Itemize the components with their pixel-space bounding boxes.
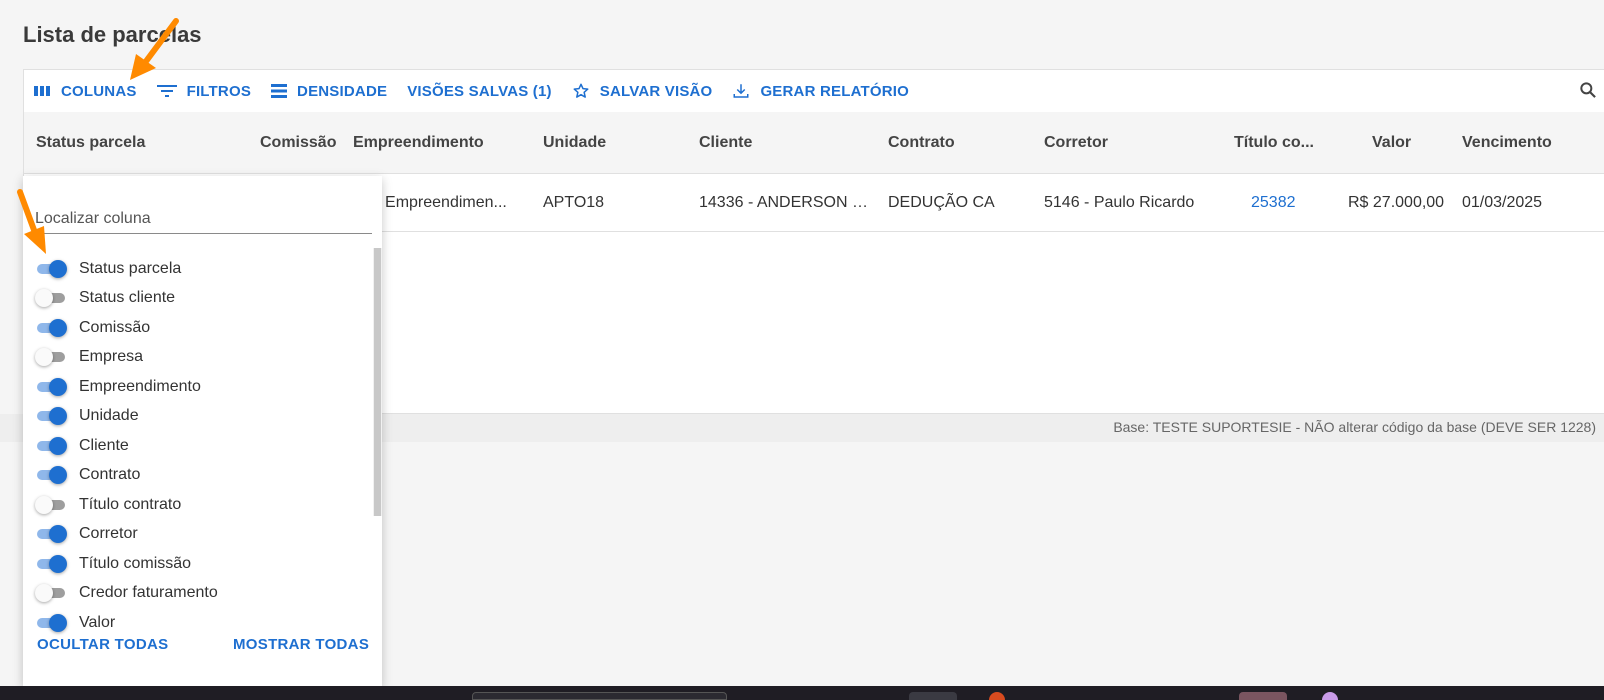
- taskbar-app[interactable]: [989, 692, 1005, 700]
- toggle-switch[interactable]: [35, 524, 67, 544]
- show-all-button[interactable]: MOSTRAR TODAS: [233, 636, 369, 653]
- toggle-switch[interactable]: [35, 288, 67, 308]
- generate-report-button[interactable]: GERAR RELATÓRIO: [722, 70, 919, 112]
- column-header-contrato[interactable]: Contrato: [888, 112, 955, 174]
- taskbar-search[interactable]: [472, 692, 727, 700]
- filters-button-label: FILTROS: [186, 82, 252, 100]
- toggle-switch[interactable]: [35, 259, 67, 279]
- save-view-button[interactable]: SALVAR VISÃO: [562, 70, 723, 112]
- columns-icon: [34, 86, 50, 96]
- cell-cliente: 14336 - ANDERSON F...: [699, 194, 869, 211]
- column-toggle-label: Credor faturamento: [79, 584, 218, 601]
- search-icon: [1580, 82, 1596, 98]
- column-toggle-status-cliente[interactable]: Status cliente: [35, 284, 175, 313]
- column-toggle-label: Unidade: [79, 407, 139, 424]
- column-header-status-parcela[interactable]: Status parcela: [36, 112, 145, 174]
- column-toggle-label: Título comissão: [79, 554, 192, 572]
- grid-toolbar: COLUNAS FILTROS DENSIDADE VISÕES SALVAS …: [24, 70, 1604, 112]
- column-toggle-unidade[interactable]: Unidade: [35, 402, 139, 431]
- toggle-switch[interactable]: [35, 495, 67, 515]
- taskbar: [0, 686, 1604, 700]
- column-toggle-titulo-contrato[interactable]: Título contrato: [35, 490, 181, 519]
- toggle-switch[interactable]: [35, 406, 67, 426]
- taskbar-app[interactable]: [909, 692, 957, 700]
- saved-views-button[interactable]: VISÕES SALVAS (1): [397, 70, 562, 112]
- save-view-button-label: SALVAR VISÃO: [599, 82, 713, 100]
- density-button[interactable]: DENSIDADE: [261, 70, 397, 112]
- column-toggle-titulo-comissao[interactable]: Título comissão: [35, 549, 191, 578]
- find-column-input[interactable]: [35, 204, 372, 234]
- column-toggle-empresa[interactable]: Empresa: [35, 343, 143, 372]
- column-toggle-label: Título contrato: [79, 495, 182, 513]
- column-toggle-label: Comissão: [79, 318, 151, 336]
- cell-corretor: 5146 - Paulo Ricardo: [1044, 194, 1195, 211]
- download-icon: [733, 84, 749, 98]
- column-toggle-label: Status cliente: [79, 289, 176, 306]
- toggle-switch[interactable]: [35, 436, 67, 456]
- database-label: Base: TESTE SUPORTESIE - NÃO alterar cód…: [1113, 419, 1596, 435]
- density-icon: [271, 84, 288, 98]
- columns-button-label: COLUNAS: [61, 82, 137, 100]
- column-toggle-corretor[interactable]: Corretor: [35, 520, 138, 549]
- scrollbar-thumb[interactable]: [374, 248, 381, 516]
- cell-contrato: DEDUÇÃO CA: [888, 194, 995, 211]
- filter-icon: [156, 85, 177, 97]
- cell-valor: R$ 27.000,00: [1348, 194, 1445, 211]
- column-toggle-credor-faturamento[interactable]: Credor faturamento: [35, 579, 218, 608]
- column-toggle-status-parcela[interactable]: Status parcela: [35, 254, 181, 283]
- columns-panel: Status parcela Status cliente Comissão E…: [23, 176, 382, 686]
- column-header-vencimento[interactable]: Vencimento: [1462, 112, 1552, 174]
- column-toggle-label: Contrato: [79, 466, 141, 483]
- taskbar-app[interactable]: [1322, 692, 1338, 700]
- annotation-arrow-columns: [130, 18, 179, 80]
- cell-unidade: APTO18: [543, 194, 605, 211]
- column-toggle-label: Corretor: [79, 525, 138, 542]
- column-toggle-valor[interactable]: Valor: [35, 608, 115, 637]
- toggle-switch[interactable]: [35, 377, 67, 397]
- column-toggle-label: Status parcela: [79, 259, 182, 277]
- toggle-switch[interactable]: [35, 583, 67, 603]
- generate-report-button-label: GERAR RELATÓRIO: [760, 82, 909, 100]
- column-toggle-label: Valor: [79, 613, 116, 631]
- column-toggle-label: Empresa: [79, 348, 144, 365]
- column-toggle-label: Empreendimento: [79, 377, 201, 395]
- column-header-comissao[interactable]: Comissão: [260, 112, 336, 174]
- cell-vencimento: 01/03/2025: [1462, 194, 1543, 211]
- column-header-unidade[interactable]: Unidade: [543, 112, 606, 174]
- column-toggle-cliente[interactable]: Cliente: [35, 431, 129, 460]
- toggle-switch[interactable]: [35, 613, 67, 633]
- toggle-switch[interactable]: [35, 465, 67, 485]
- saved-views-button-label: VISÕES SALVAS (1): [407, 82, 552, 100]
- toggle-switch[interactable]: [35, 554, 67, 574]
- column-toggle-contrato[interactable]: Contrato: [35, 461, 140, 490]
- star-outline-icon: [573, 83, 589, 98]
- column-header-corretor[interactable]: Corretor: [1044, 112, 1108, 174]
- column-header-empreendimento[interactable]: Empreendimento: [353, 112, 484, 174]
- taskbar-app[interactable]: [1239, 692, 1287, 700]
- column-toggle-label: Cliente: [79, 436, 129, 454]
- column-header-cliente[interactable]: Cliente: [699, 112, 752, 174]
- cell-titulo-link[interactable]: 25382: [1251, 174, 1296, 232]
- column-toggle-comissao[interactable]: Comissão: [35, 313, 150, 342]
- toggle-switch[interactable]: [35, 318, 67, 338]
- column-header-titulo[interactable]: Título co...: [1234, 112, 1314, 174]
- column-toggle-empreendimento[interactable]: Empreendimento: [35, 372, 201, 401]
- density-button-label: DENSIDADE: [297, 82, 388, 100]
- column-header-valor[interactable]: Valor: [1372, 112, 1411, 174]
- hide-all-button[interactable]: OCULTAR TODAS: [37, 636, 168, 653]
- annotation-arrow-toggle: [17, 189, 46, 254]
- toggle-switch[interactable]: [35, 347, 67, 367]
- search-button[interactable]: [1578, 80, 1598, 105]
- table-header: Status parcela Comissão Empreendimento U…: [24, 112, 1604, 174]
